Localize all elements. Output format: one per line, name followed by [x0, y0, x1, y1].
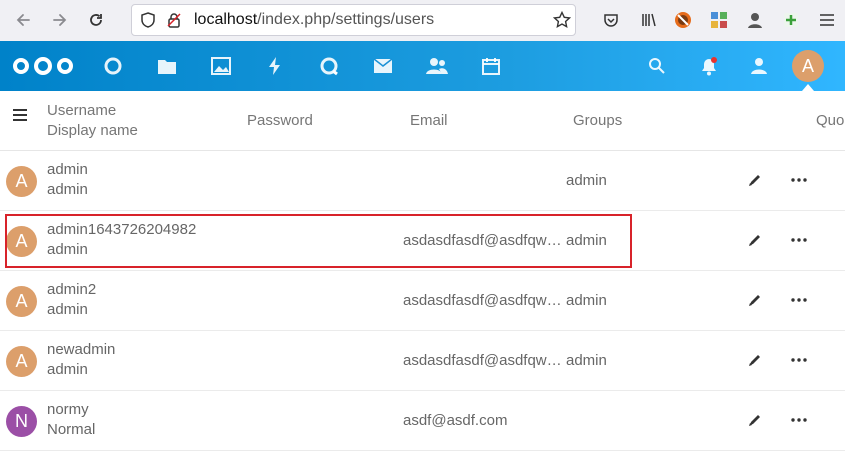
groups: admin — [566, 232, 607, 249]
email: asdasdfasdf@asdfqwer.com — [403, 352, 563, 369]
search-icon[interactable] — [645, 54, 669, 78]
edit-pencil-icon[interactable] — [745, 170, 765, 190]
agent-extension-icon[interactable] — [745, 10, 765, 30]
more-options-icon[interactable] — [789, 230, 809, 250]
menu-caret — [802, 84, 814, 91]
user-avatar: A — [6, 226, 37, 257]
column-groups: Groups — [573, 112, 623, 129]
email: asdasdfasdf@asdfqwer.com — [403, 292, 563, 309]
talk-icon[interactable] — [317, 54, 341, 78]
add-extension-icon[interactable] — [781, 10, 801, 30]
reload-icon[interactable] — [86, 10, 106, 30]
more-options-icon[interactable] — [789, 290, 809, 310]
more-options-icon[interactable] — [789, 170, 809, 190]
users-table-header: Username Display name Password Email Gro… — [0, 91, 845, 151]
user-avatar[interactable]: A — [792, 50, 824, 82]
mail-icon[interactable] — [371, 54, 395, 78]
display-name: Normal — [47, 421, 96, 438]
display-name: admin — [47, 301, 88, 318]
table-row[interactable]: A newadmin admin asdasdfasdf@asdfqwer.co… — [0, 331, 845, 391]
display-name: admin — [47, 241, 88, 258]
edit-pencil-icon[interactable] — [745, 350, 765, 370]
hamburger-menu-icon[interactable] — [817, 10, 837, 30]
navigation-toggle-icon[interactable] — [13, 108, 27, 126]
url-host: localhost — [194, 11, 258, 28]
column-password: Password — [247, 112, 313, 129]
url-path: /index.php/settings/users — [257, 11, 435, 28]
app-header: A — [0, 41, 845, 91]
edit-pencil-icon[interactable] — [745, 290, 765, 310]
photos-icon[interactable] — [209, 54, 233, 78]
column-username[interactable]: Username — [47, 102, 116, 119]
pocket-icon[interactable] — [601, 10, 621, 30]
table-row[interactable]: A admin1643726204982 admin asdasdfasdf@a… — [0, 211, 845, 271]
bookmark-star-icon[interactable] — [552, 10, 572, 34]
email: asdasdfasdf@asdfqwer.com — [403, 232, 563, 249]
username: newadmin — [47, 341, 116, 358]
column-email: Email — [410, 112, 448, 129]
display-name: admin — [47, 361, 88, 378]
nextcloud-logo-icon[interactable] — [12, 55, 74, 82]
username: normy — [47, 401, 89, 418]
activity-lightning-icon[interactable] — [263, 54, 287, 78]
email: asdf@asdf.com — [403, 412, 508, 429]
edit-pencil-icon[interactable] — [745, 230, 765, 250]
calendar-icon[interactable] — [479, 54, 503, 78]
user-avatar: A — [6, 286, 37, 317]
table-row[interactable]: A admin2 admin asdasdfasdf@asdfqwer.com … — [0, 271, 845, 331]
table-row[interactable]: A admin admin admin — [0, 151, 845, 211]
more-options-icon[interactable] — [789, 410, 809, 430]
lock-insecure-icon[interactable] — [166, 12, 182, 33]
groups: admin — [566, 292, 607, 309]
blocker-extension-icon[interactable] — [673, 10, 693, 30]
user-avatar: N — [6, 406, 37, 437]
library-icon[interactable] — [639, 10, 659, 30]
back-arrow-icon[interactable] — [13, 10, 33, 30]
notifications-bell-icon[interactable] — [697, 54, 721, 78]
files-folder-icon[interactable] — [155, 54, 179, 78]
forward-arrow-icon[interactable] — [50, 10, 70, 30]
column-display-name[interactable]: Display name — [47, 122, 138, 139]
column-quota: Quo — [816, 112, 845, 129]
groups: admin — [566, 172, 607, 189]
user-avatar: A — [6, 346, 37, 377]
contacts-icon[interactable] — [425, 54, 449, 78]
username: admin2 — [47, 281, 97, 298]
grid-extension-icon[interactable] — [709, 10, 729, 30]
url-bar[interactable]: localhost/index.php/settings/users — [131, 4, 576, 36]
contacts-menu-icon[interactable] — [747, 54, 771, 78]
dashboard-icon[interactable] — [101, 54, 125, 78]
display-name: admin — [47, 181, 88, 198]
more-options-icon[interactable] — [789, 350, 809, 370]
browser-toolbar: localhost/index.php/settings/users — [0, 0, 845, 42]
shield-icon[interactable] — [140, 12, 156, 33]
username: admin1643726204982 — [47, 221, 197, 238]
user-avatar: A — [6, 166, 37, 197]
groups: admin — [566, 352, 607, 369]
edit-pencil-icon[interactable] — [745, 410, 765, 430]
table-row[interactable]: N normy Normal asdf@asdf.com — [0, 391, 845, 451]
url-text: localhost/index.php/settings/users — [194, 11, 434, 29]
username: admin — [47, 161, 88, 178]
